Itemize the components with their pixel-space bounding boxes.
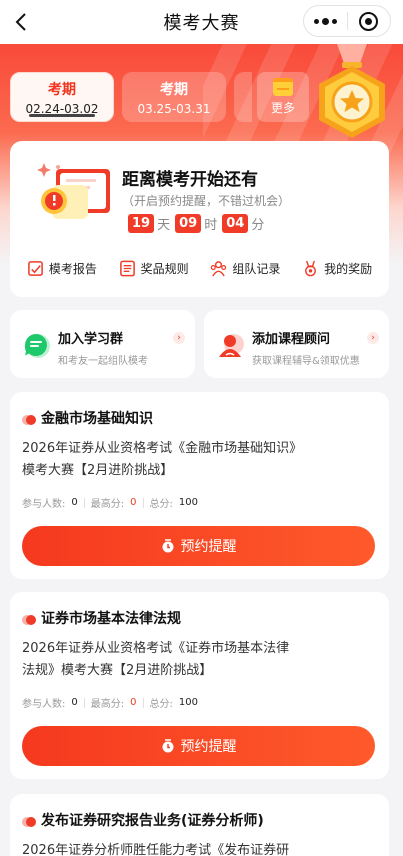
join-study-group-card[interactable]: 加入学习群 和考友一起组队模考 › xyxy=(10,310,195,378)
chevron-right-icon: › xyxy=(367,332,379,344)
exam-tag-icon xyxy=(22,817,36,827)
more-options-icon[interactable] xyxy=(304,6,347,36)
rules-icon xyxy=(119,260,135,277)
add-course-advisor-card[interactable]: 添加课程顾问 获取课程辅导&领取优惠 › xyxy=(204,310,389,378)
period-tab-1[interactable]: 考期 02.24-03.02 xyxy=(10,72,114,122)
page-title: 模考大赛 xyxy=(163,13,240,34)
exam-name: 金融市场基础知识 xyxy=(41,411,153,427)
exam-name: 发布证券研究报告业务(证券分析师) xyxy=(41,813,264,829)
quick-link-team[interactable]: 组队记录 xyxy=(210,260,280,277)
advisor-icon xyxy=(219,334,244,357)
countdown-title: 距离模考开始还有 xyxy=(122,170,258,190)
report-icon xyxy=(27,261,43,276)
exam-card: 证券市场基本法律法规 2026年证券从业资格考试《证券市场基本法律 法规》模考大… xyxy=(10,592,389,779)
exam-stats: 参与人数: 0 最高分: 0 总分: 100 xyxy=(22,697,198,710)
quick-link-rules[interactable]: 奖品规则 xyxy=(119,260,189,277)
chat-icon xyxy=(24,334,50,358)
reward-icon xyxy=(305,260,317,277)
nav-bar: 模考大赛 xyxy=(0,0,403,44)
exam-card: 金融市场基础知识 2026年证券从业资格考试《金融市场基础知识》 模考大赛【2月… xyxy=(10,392,389,579)
exam-tag-icon xyxy=(22,415,36,425)
alarm-clock-icon xyxy=(162,539,173,553)
exam-tag-icon xyxy=(22,615,36,625)
back-arrow-icon[interactable] xyxy=(10,10,34,34)
quick-link-report[interactable]: 模考报告 xyxy=(27,260,97,277)
exam-card: 发布证券研究报告业务(证券分析师) 2026年证券分析师胜任能力考试《发布证券研 xyxy=(10,794,389,856)
hours-value: 09 xyxy=(175,214,202,233)
chevron-right-icon: › xyxy=(173,332,185,344)
exam-stats: 参与人数: 0 最高分: 0 总分: 100 xyxy=(22,497,198,510)
close-program-icon[interactable] xyxy=(347,6,390,36)
countdown-subtitle: （开启预约提醒，不错过机会） xyxy=(122,194,291,208)
exam-description: 2026年证券从业资格考试《证券市场基本法律 法规》模考大赛【2月进阶挑战】 xyxy=(22,641,290,678)
countdown-timer: 19 天 09 时 04 分 xyxy=(128,214,266,233)
more-periods-button[interactable]: 更多 xyxy=(257,72,309,122)
quick-links: 模考报告 奖品规则 组队记录 我的奖励 xyxy=(10,260,389,277)
alarm-clock-icon xyxy=(162,739,173,753)
calendar-icon xyxy=(273,78,293,96)
reserve-reminder-button[interactable]: 预约提醒 xyxy=(22,726,375,766)
exam-description: 2026年证券分析师胜任能力考试《发布证券研 xyxy=(22,843,290,856)
exam-description: 2026年证券从业资格考试《金融市场基础知识》 模考大赛【2月进阶挑战】 xyxy=(22,441,303,478)
reserve-reminder-button[interactable]: 预约提醒 xyxy=(22,526,375,566)
quick-link-reward[interactable]: 我的奖励 xyxy=(302,260,372,277)
period-tab-3[interactable] xyxy=(234,72,252,122)
exam-name: 证券市场基本法律法规 xyxy=(41,611,181,627)
minutes-value: 04 xyxy=(222,214,249,233)
medal-icon xyxy=(319,44,385,138)
countdown-card: 距离模考开始还有 （开启预约提醒，不错过机会） 19 天 09 时 04 分 模… xyxy=(10,141,389,297)
alarm-illustration-icon xyxy=(37,163,110,219)
days-value: 19 xyxy=(128,214,155,233)
period-tab-2[interactable]: 考期 03.25-03.31 xyxy=(122,72,226,122)
team-icon xyxy=(211,261,227,277)
mini-program-capsule xyxy=(303,5,391,37)
period-tabs: 考期 02.24-03.02 考期 03.25-03.31 xyxy=(10,72,252,122)
